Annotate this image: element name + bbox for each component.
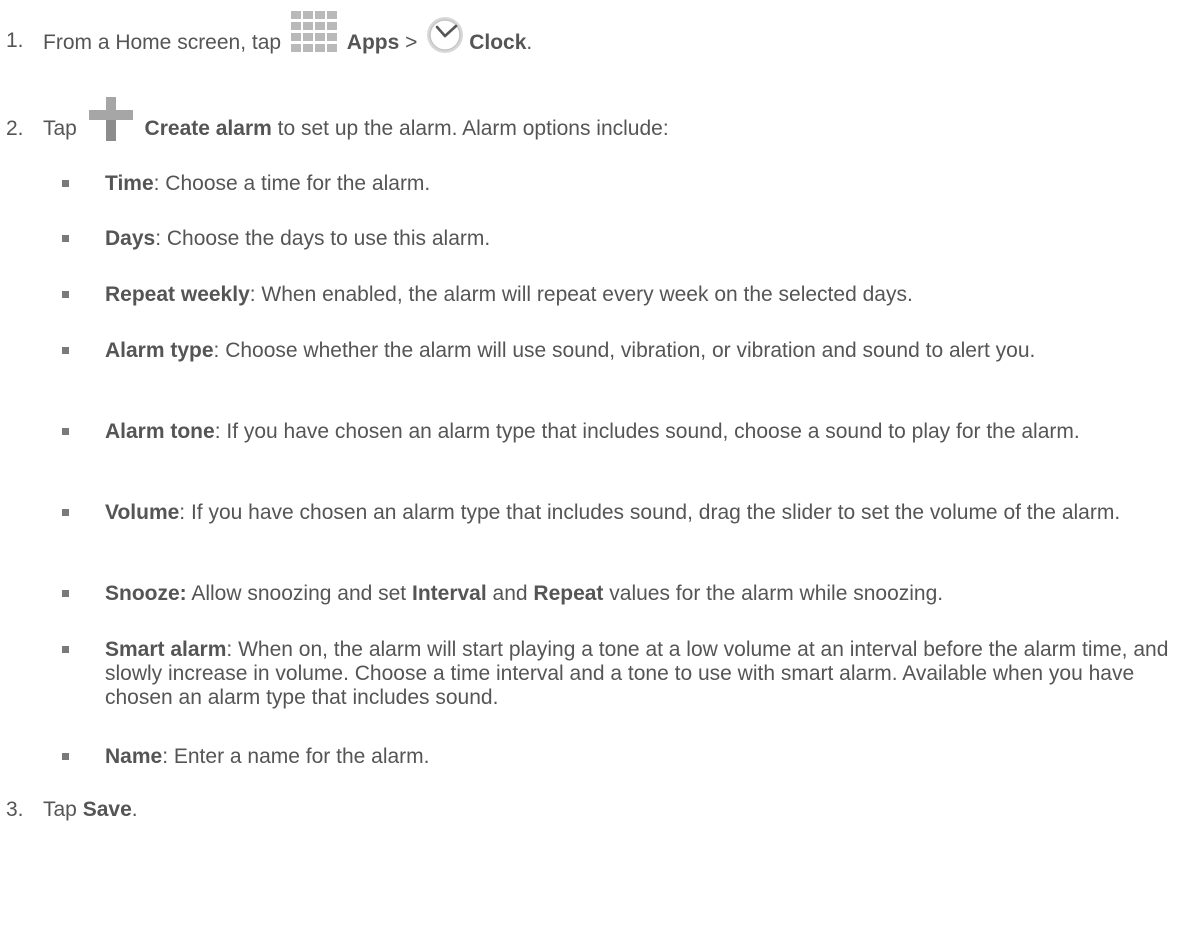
bullet-marker (62, 646, 69, 653)
apps-grid-icon (287, 11, 341, 55)
step-text: Tap Save. (43, 798, 138, 821)
step-text: Tap Create alarm to set up the alarm. Al… (43, 97, 669, 141)
bullet-marker (62, 428, 69, 435)
bullet-marker (62, 590, 69, 597)
bullet-marker (62, 235, 69, 242)
step-number: 3. (6, 798, 24, 821)
apps-label: Apps (346, 31, 400, 54)
bullet-marker (62, 753, 69, 760)
step-text: From a Home screen, tap Apps > Clock. (43, 11, 532, 55)
bullet-marker (62, 291, 69, 298)
bullet-marker (62, 509, 69, 516)
create-alarm-label: Create alarm (144, 117, 272, 140)
bullet-marker (62, 180, 69, 187)
clock-label: Clock (469, 31, 527, 54)
step-3: 3. Tap Save. (0, 798, 1185, 858)
step-number: 2. (6, 117, 24, 140)
step-number: 1. (6, 29, 24, 52)
plus-icon (88, 97, 133, 141)
bullet-marker (62, 347, 69, 354)
save-label: Save (82, 798, 132, 821)
step-2: 2. Tap Create alarm to set up the alarm.… (0, 97, 1185, 177)
step-1: 1. From a Home screen, tap Apps > Clock. (0, 11, 1185, 89)
clock-icon (425, 15, 465, 55)
